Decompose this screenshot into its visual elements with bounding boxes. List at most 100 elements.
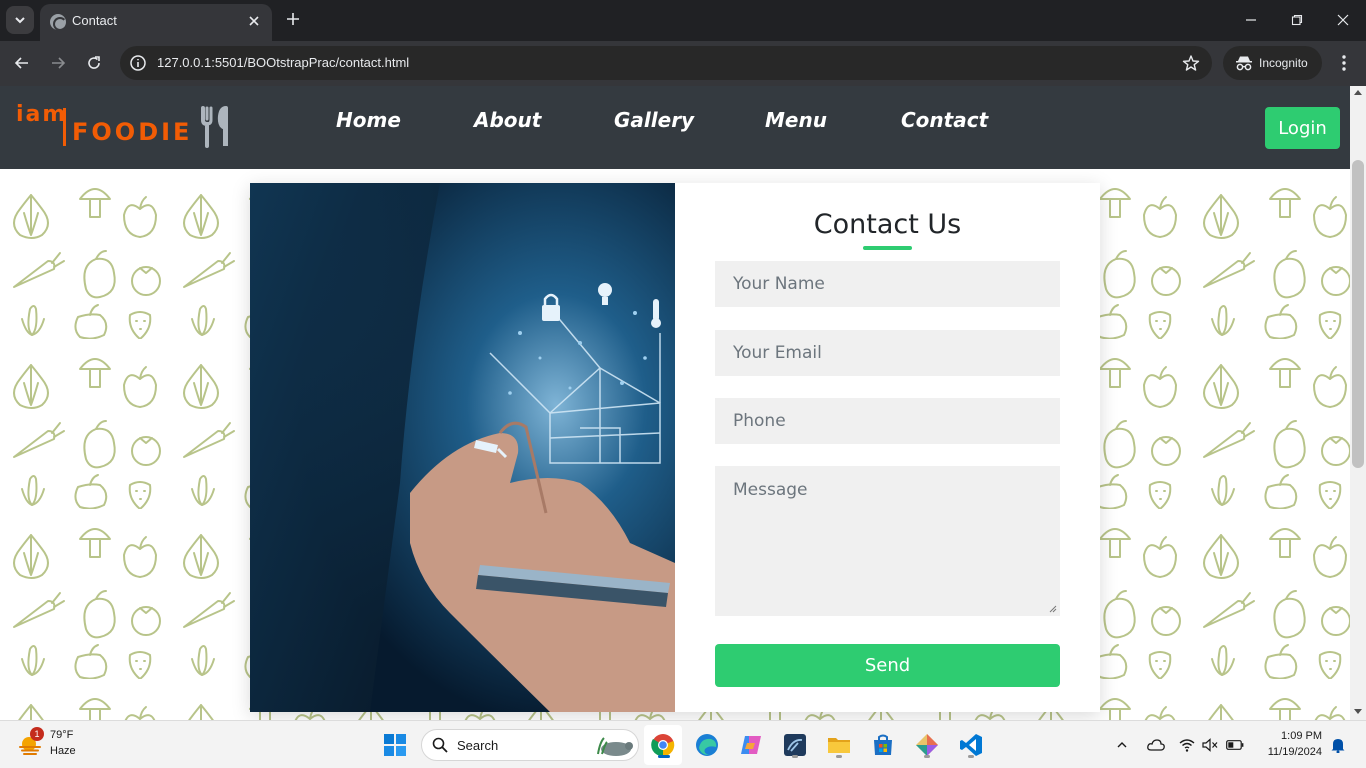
- minimize-button[interactable]: [1229, 6, 1273, 34]
- wifi-icon: [1179, 739, 1195, 752]
- site-info-icon[interactable]: [128, 53, 148, 73]
- message-placeholder: Message: [733, 480, 808, 500]
- clock-time[interactable]: 1:09 PM: [1260, 730, 1322, 742]
- onedrive-button[interactable]: [1142, 729, 1170, 761]
- close-icon: [249, 16, 259, 26]
- git-taskbar-button[interactable]: [911, 729, 943, 761]
- tab-contact[interactable]: Contact: [40, 4, 272, 41]
- tab-title: Contact: [72, 13, 117, 28]
- search-highlight-art-icon: [597, 737, 633, 756]
- weather-widget[interactable]: 1 79°F Haze: [16, 727, 96, 763]
- nav-link-contact[interactable]: Contact: [901, 108, 988, 132]
- file-explorer-icon: [828, 738, 850, 753]
- scroll-up-arrow-icon[interactable]: [1354, 90, 1362, 95]
- vscode-taskbar-button[interactable]: [955, 729, 987, 761]
- back-button[interactable]: [9, 50, 35, 76]
- git-icon: [916, 734, 938, 756]
- copilot-icon: [741, 736, 761, 754]
- copilot-taskbar-button[interactable]: [735, 729, 767, 761]
- scroll-thumb[interactable]: [1352, 160, 1364, 468]
- page-viewport: iam FOODIE Home About Gallery Menu Conta…: [0, 86, 1366, 720]
- chrome-taskbar-button[interactable]: [647, 729, 679, 761]
- contact-title: Contact Us: [813, 209, 962, 240]
- logo-prefix: iam: [16, 102, 68, 127]
- plus-icon: [287, 13, 299, 25]
- battery-icon: [1226, 740, 1244, 750]
- search-icon: [432, 737, 448, 753]
- browser-toolbar: 127.0.0.1:5501/BOOtstrapPrac/contact.htm…: [0, 41, 1366, 86]
- reload-icon: [88, 56, 100, 69]
- page-scrollbar[interactable]: [1350, 86, 1366, 720]
- nav-link-gallery[interactable]: Gallery: [614, 108, 694, 132]
- browser-menu-button[interactable]: [1332, 50, 1356, 76]
- tab-close-button[interactable]: [244, 11, 264, 31]
- site-logo[interactable]: iam FOODIE: [16, 102, 236, 152]
- url-text[interactable]: 127.0.0.1:5501/BOOtstrapPrac/contact.htm…: [157, 55, 409, 70]
- weather-badge: 1: [30, 727, 44, 741]
- chrome-icon: [651, 734, 675, 757]
- mysql-workbench-icon: [784, 734, 806, 756]
- forward-icon: [52, 57, 66, 69]
- running-indicator: [836, 755, 842, 758]
- edge-icon: [696, 734, 718, 756]
- minimize-icon: [1246, 19, 1256, 21]
- site-navbar: iam FOODIE Home About Gallery Menu Conta…: [0, 86, 1350, 169]
- incognito-label: Incognito: [1259, 56, 1308, 70]
- battery-button[interactable]: [1221, 729, 1249, 761]
- nav-link-home[interactable]: Home: [336, 108, 401, 132]
- logo-brand: FOODIE: [72, 118, 193, 146]
- restore-icon: [1291, 14, 1303, 26]
- tab-search-button[interactable]: [6, 6, 34, 34]
- resize-grip-icon[interactable]: [1049, 605, 1057, 613]
- close-window-icon: [1337, 14, 1349, 26]
- vscode-icon: [960, 734, 982, 756]
- edge-taskbar-button[interactable]: [691, 729, 723, 761]
- running-indicator: [968, 755, 974, 758]
- forward-button[interactable]: [45, 50, 71, 76]
- restore-button[interactable]: [1275, 6, 1319, 34]
- scroll-down-arrow-icon[interactable]: [1354, 709, 1362, 714]
- logo-divider: [63, 108, 66, 146]
- reload-button[interactable]: [81, 50, 107, 76]
- name-input[interactable]: Your Name: [715, 261, 1060, 307]
- speaker-muted-icon: [1202, 738, 1218, 752]
- star-icon[interactable]: [1182, 54, 1200, 72]
- close-window-button[interactable]: [1321, 6, 1365, 34]
- kebab-menu-icon: [1342, 55, 1346, 71]
- name-placeholder: Your Name: [733, 274, 825, 294]
- chevron-up-icon: [1117, 742, 1127, 748]
- notifications-button[interactable]: [1326, 729, 1350, 761]
- browser-tab-bar: Contact: [0, 0, 1366, 41]
- incognito-profile-button[interactable]: Incognito: [1223, 46, 1322, 80]
- nav-link-menu[interactable]: Menu: [765, 108, 827, 132]
- contact-card: Contact Us Your Name Your Email Phone Me…: [250, 183, 1100, 712]
- weather-condition: Haze: [50, 745, 76, 757]
- message-textarea[interactable]: Message: [715, 466, 1060, 616]
- new-tab-button[interactable]: [282, 8, 304, 30]
- volume-button[interactable]: [1197, 729, 1223, 761]
- microsoft-store-icon: [874, 734, 892, 755]
- microsoft-store-taskbar-button[interactable]: [867, 729, 899, 761]
- active-indicator: [658, 755, 670, 758]
- email-input[interactable]: Your Email: [715, 330, 1060, 376]
- running-indicator: [792, 755, 798, 758]
- mysql-workbench-taskbar-button[interactable]: [779, 729, 811, 761]
- nav-link-about[interactable]: About: [474, 108, 541, 132]
- show-hidden-icons-button[interactable]: [1108, 729, 1136, 761]
- search-label: Search: [457, 738, 499, 753]
- windows-start-button[interactable]: [379, 729, 411, 761]
- taskbar-search[interactable]: Search: [421, 729, 639, 761]
- smart-home-hero-image: [250, 183, 675, 712]
- contact-form: Contact Us Your Name Your Email Phone Me…: [675, 183, 1100, 712]
- clock-date[interactable]: 11/19/2024: [1252, 746, 1322, 758]
- phone-input[interactable]: Phone: [715, 398, 1060, 444]
- running-indicator: [924, 755, 930, 758]
- back-icon: [14, 57, 28, 69]
- address-bar[interactable]: 127.0.0.1:5501/BOOtstrapPrac/contact.htm…: [120, 46, 1212, 80]
- chevron-down-icon: [15, 17, 25, 24]
- file-explorer-taskbar-button[interactable]: [823, 729, 855, 761]
- send-button[interactable]: Send: [715, 644, 1060, 687]
- notification-bell-icon: [1331, 739, 1345, 753]
- login-button[interactable]: Login: [1265, 107, 1340, 149]
- windows-start-icon: [384, 734, 406, 756]
